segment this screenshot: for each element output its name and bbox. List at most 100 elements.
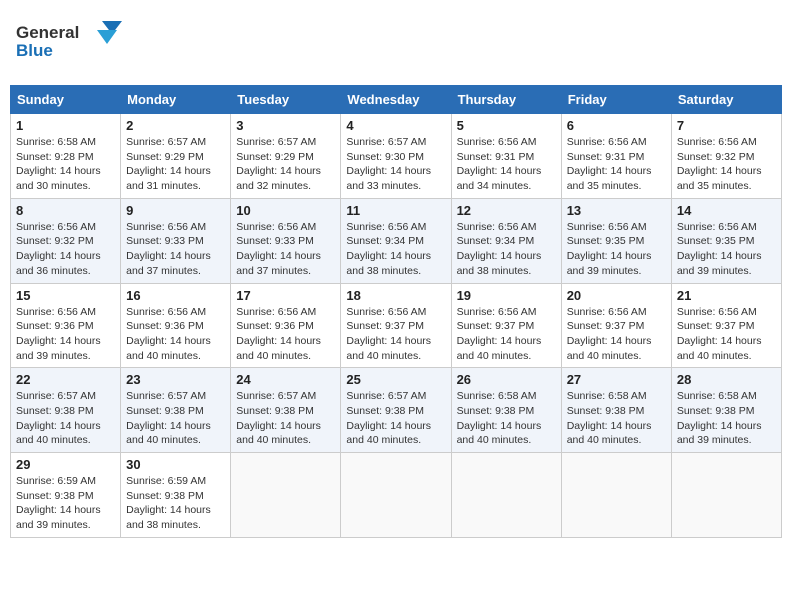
sunrise-label: Sunrise: 6:57 AM xyxy=(346,136,426,148)
day-info: Sunrise: 6:57 AM Sunset: 9:38 PM Dayligh… xyxy=(16,389,115,448)
logo-block: General Blue xyxy=(14,16,124,71)
header-cell-tuesday: Tuesday xyxy=(231,86,341,114)
day-cell: 2 Sunrise: 6:57 AM Sunset: 9:29 PM Dayli… xyxy=(121,114,231,199)
day-cell: 28 Sunrise: 6:58 AM Sunset: 9:38 PM Dayl… xyxy=(671,368,781,453)
page: General Blue SundayMondayTuesdayWednesda… xyxy=(10,10,782,538)
day-cell: 23 Sunrise: 6:57 AM Sunset: 9:38 PM Dayl… xyxy=(121,368,231,453)
daylight-label: Daylight: 14 hours and 39 minutes. xyxy=(677,250,762,277)
daylight-label: Daylight: 14 hours and 39 minutes. xyxy=(567,250,652,277)
day-number: 3 xyxy=(236,118,335,133)
daylight-label: Daylight: 14 hours and 39 minutes. xyxy=(16,335,101,362)
week-row-3: 15 Sunrise: 6:56 AM Sunset: 9:36 PM Dayl… xyxy=(11,283,782,368)
day-info: Sunrise: 6:56 AM Sunset: 9:35 PM Dayligh… xyxy=(567,220,666,279)
sunrise-label: Sunrise: 6:57 AM xyxy=(346,390,426,402)
daylight-label: Daylight: 14 hours and 38 minutes. xyxy=(346,250,431,277)
sunset-label: Sunset: 9:38 PM xyxy=(567,405,645,417)
daylight-label: Daylight: 14 hours and 40 minutes. xyxy=(457,335,542,362)
day-number: 17 xyxy=(236,288,335,303)
sunset-label: Sunset: 9:28 PM xyxy=(16,151,94,163)
day-info: Sunrise: 6:56 AM Sunset: 9:34 PM Dayligh… xyxy=(457,220,556,279)
calendar-table: SundayMondayTuesdayWednesdayThursdayFrid… xyxy=(10,85,782,538)
header-cell-thursday: Thursday xyxy=(451,86,561,114)
calendar-body: 1 Sunrise: 6:58 AM Sunset: 9:28 PM Dayli… xyxy=(11,114,782,538)
daylight-label: Daylight: 14 hours and 35 minutes. xyxy=(567,165,652,192)
day-cell: 15 Sunrise: 6:56 AM Sunset: 9:36 PM Dayl… xyxy=(11,283,121,368)
sunset-label: Sunset: 9:38 PM xyxy=(346,405,424,417)
sunrise-label: Sunrise: 6:59 AM xyxy=(126,475,206,487)
header-cell-monday: Monday xyxy=(121,86,231,114)
day-cell: 8 Sunrise: 6:56 AM Sunset: 9:32 PM Dayli… xyxy=(11,198,121,283)
sunrise-label: Sunrise: 6:56 AM xyxy=(567,136,647,148)
sunrise-label: Sunrise: 6:56 AM xyxy=(16,306,96,318)
daylight-label: Daylight: 14 hours and 40 minutes. xyxy=(677,335,762,362)
daylight-label: Daylight: 14 hours and 40 minutes. xyxy=(457,420,542,447)
day-info: Sunrise: 6:56 AM Sunset: 9:36 PM Dayligh… xyxy=(16,305,115,364)
sunrise-label: Sunrise: 6:58 AM xyxy=(16,136,96,148)
day-number: 15 xyxy=(16,288,115,303)
day-info: Sunrise: 6:59 AM Sunset: 9:38 PM Dayligh… xyxy=(126,474,225,533)
sunset-label: Sunset: 9:34 PM xyxy=(346,235,424,247)
day-number: 23 xyxy=(126,372,225,387)
sunrise-label: Sunrise: 6:56 AM xyxy=(677,221,757,233)
sunrise-label: Sunrise: 6:58 AM xyxy=(677,390,757,402)
daylight-label: Daylight: 14 hours and 40 minutes. xyxy=(236,335,321,362)
day-info: Sunrise: 6:56 AM Sunset: 9:31 PM Dayligh… xyxy=(457,135,556,194)
day-cell: 4 Sunrise: 6:57 AM Sunset: 9:30 PM Dayli… xyxy=(341,114,451,199)
day-cell: 12 Sunrise: 6:56 AM Sunset: 9:34 PM Dayl… xyxy=(451,198,561,283)
day-number: 7 xyxy=(677,118,776,133)
sunset-label: Sunset: 9:37 PM xyxy=(567,320,645,332)
sunset-label: Sunset: 9:37 PM xyxy=(677,320,755,332)
day-number: 10 xyxy=(236,203,335,218)
daylight-label: Daylight: 14 hours and 33 minutes. xyxy=(346,165,431,192)
sunset-label: Sunset: 9:36 PM xyxy=(236,320,314,332)
daylight-label: Daylight: 14 hours and 37 minutes. xyxy=(236,250,321,277)
daylight-label: Daylight: 14 hours and 35 minutes. xyxy=(677,165,762,192)
sunrise-label: Sunrise: 6:56 AM xyxy=(16,221,96,233)
sunset-label: Sunset: 9:29 PM xyxy=(126,151,204,163)
day-info: Sunrise: 6:56 AM Sunset: 9:33 PM Dayligh… xyxy=(236,220,335,279)
day-number: 6 xyxy=(567,118,666,133)
sunset-label: Sunset: 9:30 PM xyxy=(346,151,424,163)
sunrise-label: Sunrise: 6:56 AM xyxy=(236,306,316,318)
logo: General Blue xyxy=(14,16,124,71)
day-cell: 29 Sunrise: 6:59 AM Sunset: 9:38 PM Dayl… xyxy=(11,453,121,538)
day-info: Sunrise: 6:56 AM Sunset: 9:37 PM Dayligh… xyxy=(677,305,776,364)
day-info: Sunrise: 6:56 AM Sunset: 9:37 PM Dayligh… xyxy=(567,305,666,364)
day-cell: 24 Sunrise: 6:57 AM Sunset: 9:38 PM Dayl… xyxy=(231,368,341,453)
daylight-label: Daylight: 14 hours and 39 minutes. xyxy=(677,420,762,447)
day-number: 4 xyxy=(346,118,445,133)
day-info: Sunrise: 6:56 AM Sunset: 9:32 PM Dayligh… xyxy=(677,135,776,194)
sunrise-label: Sunrise: 6:56 AM xyxy=(677,136,757,148)
sunset-label: Sunset: 9:31 PM xyxy=(567,151,645,163)
day-info: Sunrise: 6:58 AM Sunset: 9:28 PM Dayligh… xyxy=(16,135,115,194)
week-row-1: 1 Sunrise: 6:58 AM Sunset: 9:28 PM Dayli… xyxy=(11,114,782,199)
day-cell xyxy=(561,453,671,538)
daylight-label: Daylight: 14 hours and 36 minutes. xyxy=(16,250,101,277)
daylight-label: Daylight: 14 hours and 40 minutes. xyxy=(236,420,321,447)
day-number: 14 xyxy=(677,203,776,218)
daylight-label: Daylight: 14 hours and 40 minutes. xyxy=(126,335,211,362)
day-number: 29 xyxy=(16,457,115,472)
sunset-label: Sunset: 9:32 PM xyxy=(16,235,94,247)
day-info: Sunrise: 6:58 AM Sunset: 9:38 PM Dayligh… xyxy=(567,389,666,448)
sunset-label: Sunset: 9:36 PM xyxy=(126,320,204,332)
day-cell: 9 Sunrise: 6:56 AM Sunset: 9:33 PM Dayli… xyxy=(121,198,231,283)
day-info: Sunrise: 6:56 AM Sunset: 9:33 PM Dayligh… xyxy=(126,220,225,279)
day-cell: 19 Sunrise: 6:56 AM Sunset: 9:37 PM Dayl… xyxy=(451,283,561,368)
day-cell: 13 Sunrise: 6:56 AM Sunset: 9:35 PM Dayl… xyxy=(561,198,671,283)
daylight-label: Daylight: 14 hours and 31 minutes. xyxy=(126,165,211,192)
day-cell: 16 Sunrise: 6:56 AM Sunset: 9:36 PM Dayl… xyxy=(121,283,231,368)
day-cell xyxy=(231,453,341,538)
day-number: 11 xyxy=(346,203,445,218)
day-cell: 10 Sunrise: 6:56 AM Sunset: 9:33 PM Dayl… xyxy=(231,198,341,283)
day-number: 26 xyxy=(457,372,556,387)
day-number: 21 xyxy=(677,288,776,303)
daylight-label: Daylight: 14 hours and 37 minutes. xyxy=(126,250,211,277)
sunset-label: Sunset: 9:38 PM xyxy=(16,405,94,417)
day-number: 20 xyxy=(567,288,666,303)
day-number: 12 xyxy=(457,203,556,218)
week-row-4: 22 Sunrise: 6:57 AM Sunset: 9:38 PM Dayl… xyxy=(11,368,782,453)
day-info: Sunrise: 6:57 AM Sunset: 9:29 PM Dayligh… xyxy=(236,135,335,194)
sunset-label: Sunset: 9:36 PM xyxy=(16,320,94,332)
sunrise-label: Sunrise: 6:56 AM xyxy=(457,306,537,318)
